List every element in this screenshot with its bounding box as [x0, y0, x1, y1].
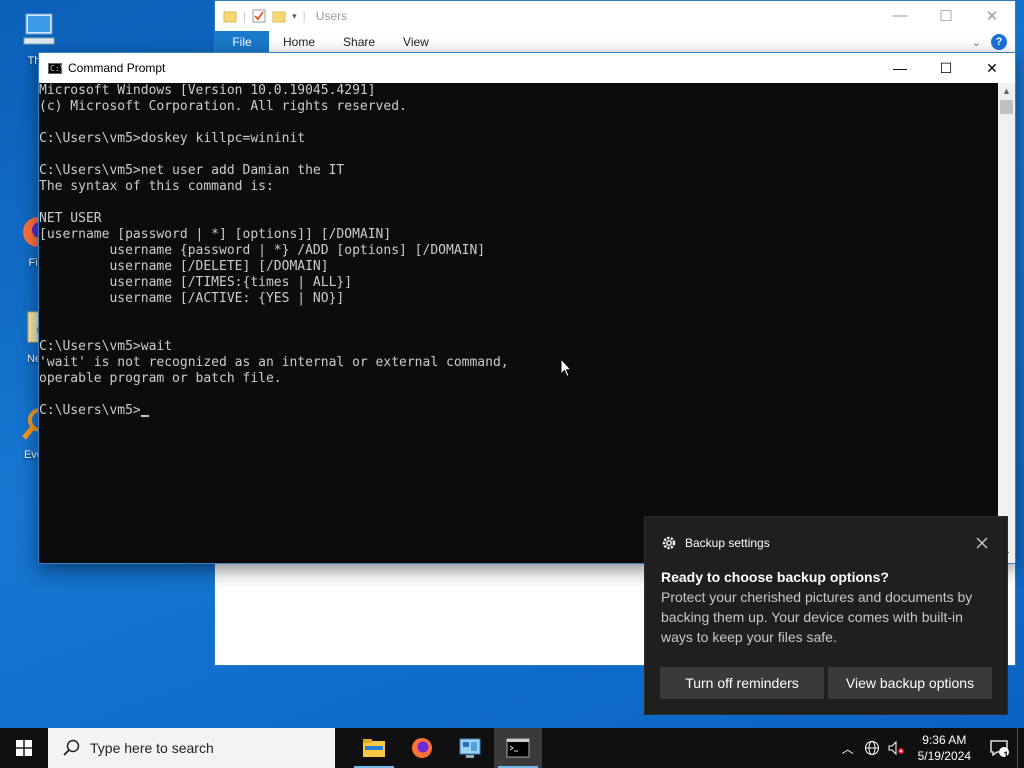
scroll-up-icon[interactable]: ▲: [998, 83, 1015, 100]
gear-icon: [662, 536, 676, 550]
action-center-button[interactable]: 1: [981, 739, 1017, 760]
minimize-icon[interactable]: —: [877, 7, 923, 25]
notification-body: Protect your cherished pictures and docu…: [661, 589, 973, 645]
view-backup-options-button[interactable]: View backup options: [828, 667, 992, 699]
cmd-title: Command Prompt: [68, 61, 166, 75]
console-line: 'wait' is not recognized as an internal …: [39, 355, 509, 370]
help-icon[interactable]: ?: [991, 34, 1007, 50]
tab-file[interactable]: File: [215, 31, 269, 53]
expand-ribbon-icon[interactable]: ⌄: [972, 36, 981, 49]
explorer-titlebar[interactable]: | ▾ | Users — ☐ ✕: [215, 1, 1015, 31]
console-line: C:\Users\vm5>doskey killpc=wininit: [39, 131, 306, 146]
search-placeholder: Type here to search: [90, 740, 214, 756]
notification-heading: Ready to choose backup options?: [661, 569, 889, 585]
notification-count: 1: [1003, 750, 1009, 760]
taskbar-clock[interactable]: 9:36 AM 5/19/2024: [908, 732, 981, 764]
mouse-pointer-icon: [560, 358, 572, 378]
notification-app-name: Backup settings: [685, 536, 770, 550]
search-icon: [63, 739, 80, 756]
control-panel-icon: [459, 738, 481, 758]
minimize-icon[interactable]: —: [877, 53, 923, 83]
maximize-icon[interactable]: ☐: [923, 53, 969, 83]
explorer-title: Users: [315, 9, 348, 23]
console-output[interactable]: Microsoft Windows [Version 10.0.19045.42…: [39, 83, 999, 563]
tab-home[interactable]: Home: [269, 31, 329, 53]
turn-off-reminders-button[interactable]: Turn off reminders: [660, 667, 824, 699]
folder-icon: [223, 11, 237, 23]
backup-notification[interactable]: Backup settings Ready to choose backup o…: [644, 516, 1008, 715]
cmd-app-icon: C:\: [48, 62, 65, 74]
close-icon[interactable]: ✕: [969, 53, 1015, 83]
network-globe-icon[interactable]: [860, 740, 884, 756]
console-line: [username [password | *] [options]] [/DO…: [39, 227, 392, 242]
console-line: NET USER: [39, 211, 102, 226]
chevron-down-icon[interactable]: ▾: [292, 11, 297, 22]
start-button[interactable]: [0, 728, 48, 768]
properties-icon[interactable]: [252, 9, 266, 23]
console-line: operable program or batch file.: [39, 371, 282, 386]
show-hidden-icons-chevron-icon[interactable]: ︿: [836, 740, 860, 757]
console-line: C:\Users\vm5>net user add Damian the IT: [39, 163, 345, 178]
taskbar-control-panel[interactable]: [446, 728, 494, 768]
taskbar-firefox[interactable]: [398, 728, 446, 768]
taskbar: Type here to search ︿ 9:36 AM 5/19/2024 …: [0, 728, 1024, 768]
console-line: (c) Microsoft Corporation. All rights re…: [39, 99, 407, 114]
text-cursor: [140, 415, 149, 417]
system-tray: ︿ 9:36 AM 5/19/2024 1: [836, 728, 1024, 768]
volume-muted-icon[interactable]: [884, 740, 908, 756]
tab-share[interactable]: Share: [329, 31, 389, 53]
console-line: The syntax of this command is:: [39, 179, 274, 194]
computer-icon: [23, 13, 55, 45]
close-icon[interactable]: [975, 536, 989, 550]
maximize-icon[interactable]: ☐: [923, 7, 969, 25]
taskbar-command-prompt[interactable]: [494, 728, 542, 768]
windows-logo-icon: [16, 740, 32, 756]
taskbar-file-explorer[interactable]: [350, 728, 398, 768]
command-prompt-window[interactable]: C:\ Command Prompt — ☐ ✕ Microsoft Windo…: [38, 52, 1016, 564]
clock-date: 5/19/2024: [917, 749, 971, 763]
vertical-scrollbar[interactable]: ▲ ▼: [998, 83, 1015, 563]
taskbar-search-box[interactable]: Type here to search: [48, 728, 335, 768]
scroll-thumb[interactable]: [1000, 100, 1013, 114]
tab-view[interactable]: View: [389, 31, 443, 53]
console-line: C:\Users\vm5>wait: [39, 339, 173, 354]
close-icon[interactable]: ✕: [969, 7, 1015, 25]
firefox-icon: [412, 738, 432, 758]
file-explorer-icon: [363, 739, 385, 757]
console-prompt-line: C:\Users\vm5>: [39, 403, 999, 419]
show-desktop-button[interactable]: [1017, 728, 1024, 768]
cmd-titlebar[interactable]: C:\ Command Prompt — ☐ ✕: [39, 53, 1015, 83]
explorer-ribbon: File Home Share View ⌄ ?: [215, 31, 1015, 54]
console-line: username [/ACTIVE: {YES | NO}]: [39, 291, 345, 306]
console-prompt: C:\Users\vm5>: [39, 403, 141, 418]
new-folder-icon[interactable]: [272, 9, 286, 23]
clock-time: 9:36 AM: [922, 733, 967, 747]
console-line: Microsoft Windows [Version 10.0.19045.42…: [39, 83, 376, 98]
console-line: username [/DELETE] [/DOMAIN]: [39, 259, 329, 274]
console-line: username {password | *} /ADD [options] […: [39, 243, 486, 258]
console-line: username [/TIMES:{times | ALL}]: [39, 275, 353, 290]
command-prompt-icon: [506, 738, 530, 758]
